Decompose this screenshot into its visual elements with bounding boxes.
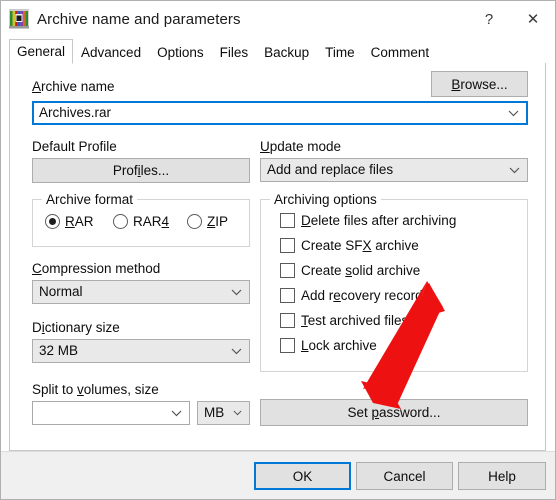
tab-time[interactable]: Time — [317, 40, 363, 64]
archive-name-input[interactable]: Archives.rar — [32, 101, 528, 125]
chevron-down-icon — [231, 340, 242, 362]
radio-rar4-label: RAR4 — [133, 214, 170, 229]
compression-method-value: Normal — [39, 284, 83, 299]
archive-format-group: Archive format RAR RAR4 ZIP — [32, 192, 250, 247]
compression-method-label: Compression method — [32, 261, 161, 276]
tab-backup[interactable]: Backup — [256, 40, 317, 64]
split-volumes-label: Split to volumes, size — [32, 382, 159, 397]
general-tab-panel: Archive name Archives.rar Browse... Defa… — [9, 63, 546, 451]
checkbox-label: Create solid archive — [301, 263, 421, 278]
update-mode-select[interactable]: Add and replace files — [260, 158, 528, 182]
radio-rar4-indicator — [113, 214, 128, 229]
chevron-down-icon — [171, 402, 182, 424]
update-mode-value: Add and replace files — [267, 162, 394, 177]
checkbox-indicator — [280, 313, 295, 328]
update-mode-label: Update mode — [260, 139, 342, 154]
radio-rar-label: RAR — [65, 214, 94, 229]
tab-comment[interactable]: Comment — [363, 40, 438, 64]
default-profile-label: Default Profile — [32, 139, 117, 154]
checkbox-create-sfx-archive[interactable]: Create SFX archive — [280, 238, 419, 253]
checkbox-label: Create SFX archive — [301, 238, 419, 253]
browse-button[interactable]: Browse... — [431, 71, 528, 97]
radio-zip-indicator — [187, 214, 202, 229]
dictionary-size-label: Dictionary size — [32, 320, 120, 335]
checkbox-label: Delete files after archiving — [301, 213, 457, 228]
split-volumes-unit-select[interactable]: MB — [197, 401, 250, 425]
profiles-button-label: Profiles... — [112, 163, 170, 178]
help-titlebar-button[interactable]: ? — [467, 1, 511, 37]
checkbox-indicator — [280, 263, 295, 278]
archive-format-caption: Archive format — [42, 192, 138, 207]
checkbox-indicator — [280, 238, 295, 253]
help-button[interactable]: Help — [458, 462, 546, 490]
checkbox-create-solid-archive[interactable]: Create solid archive — [280, 263, 420, 278]
window-title: Archive name and parameters — [37, 10, 241, 28]
chevron-down-icon — [233, 402, 242, 424]
browse-button-label: Browse... — [451, 76, 508, 92]
checkbox-add-recovery-record[interactable]: Add recovery record — [280, 288, 423, 303]
checkbox-indicator — [280, 288, 295, 303]
archive-parameters-dialog: Archive name and parameters ? ✕ General … — [0, 0, 556, 500]
title-bar-buttons: ? ✕ — [467, 1, 555, 37]
checkbox-lock-archive[interactable]: Lock archive — [280, 338, 377, 353]
radio-zip[interactable]: ZIP — [187, 214, 228, 229]
checkbox-label: Add recovery record — [301, 288, 423, 303]
split-volumes-unit-value: MB — [204, 405, 225, 420]
cancel-button[interactable]: Cancel — [356, 462, 453, 490]
tab-general[interactable]: General — [9, 39, 74, 64]
dictionary-size-value: 32 MB — [39, 343, 79, 358]
chevron-down-icon — [231, 281, 242, 303]
radio-rar-indicator — [45, 214, 60, 229]
radio-rar[interactable]: RAR — [45, 214, 94, 229]
tab-files[interactable]: Files — [212, 40, 257, 64]
archive-name-value: Archives.rar — [39, 105, 112, 120]
winrar-books-icon — [9, 9, 29, 29]
dialog-footer: OK Cancel Help — [1, 451, 555, 499]
archive-name-label: Archive name — [32, 79, 115, 94]
split-volumes-input[interactable] — [32, 401, 190, 425]
set-password-button[interactable]: Set password... — [260, 399, 528, 426]
checkbox-label: Lock archive — [301, 338, 377, 353]
chevron-down-icon — [508, 103, 519, 123]
archiving-options-group: Archiving options Delete files after arc… — [260, 192, 528, 372]
checkbox-test-archived-files[interactable]: Test archived files — [280, 313, 408, 328]
title-bar: Archive name and parameters ? ✕ — [1, 1, 555, 37]
set-password-button-label: Set password... — [347, 405, 441, 420]
profiles-button[interactable]: Profiles... — [32, 158, 250, 183]
tab-strip: General Advanced Options Files Backup Ti… — [9, 39, 546, 64]
archive-name-label-text: rchive name — [41, 79, 115, 94]
radio-rar4[interactable]: RAR4 — [113, 214, 169, 229]
checkbox-indicator — [280, 213, 295, 228]
ok-button[interactable]: OK — [254, 462, 351, 490]
checkbox-label: Test archived files — [301, 313, 409, 328]
compression-method-select[interactable]: Normal — [32, 280, 250, 304]
tab-options[interactable]: Options — [149, 40, 212, 64]
checkbox-delete-files-after-archiving[interactable]: Delete files after archiving — [280, 213, 456, 228]
checkbox-indicator — [280, 338, 295, 353]
archive-name-label-accel: A — [32, 79, 42, 94]
dictionary-size-select[interactable]: 32 MB — [32, 339, 250, 363]
tab-advanced[interactable]: Advanced — [73, 40, 149, 64]
close-icon[interactable]: ✕ — [511, 1, 555, 37]
chevron-down-icon — [509, 159, 520, 181]
archiving-options-caption: Archiving options — [270, 192, 381, 207]
radio-zip-label: ZIP — [207, 214, 229, 229]
